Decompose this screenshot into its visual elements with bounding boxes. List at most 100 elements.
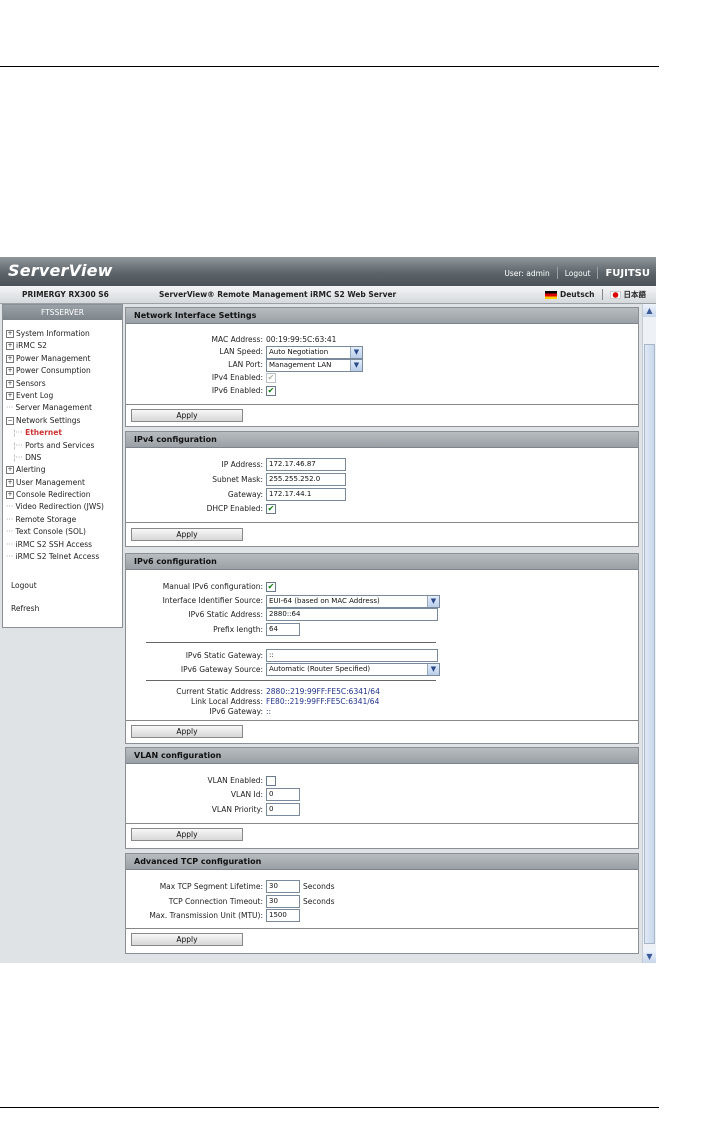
logout-link[interactable]: Logout (558, 269, 598, 278)
ip-address-input[interactable]: 172.17.46.87 (266, 458, 346, 471)
lan-speed-select[interactable]: Auto Negotiation ▼ (266, 346, 363, 359)
ipv6-enabled-checkbox[interactable]: ✔ (266, 386, 276, 396)
tree-line-icon: ¦··· (13, 428, 26, 438)
dhcp-enabled-checkbox[interactable]: ✔ (266, 504, 276, 514)
sidebar-item[interactable]: + System Information (6, 328, 121, 340)
sidebar-item[interactable]: + iRMC S2 (6, 340, 121, 352)
apply-button[interactable]: Apply (131, 933, 243, 946)
top-links: User: admin Logout FUJITSU (497, 266, 656, 280)
scroll-up-icon[interactable]: ▲ (643, 304, 656, 317)
tree-line-icon: ··· (6, 514, 16, 524)
sidebar-item[interactable]: + Power Consumption (6, 365, 121, 377)
language-selector: Deutsch 日本語 (545, 289, 646, 300)
prefix-length-input[interactable]: 64 (266, 623, 300, 636)
vlan-enabled-checkbox[interactable] (266, 776, 276, 786)
expand-icon: + (6, 367, 14, 376)
sidebar-item[interactable]: + Sensors (6, 378, 121, 390)
section-title: Advanced TCP configuration (126, 854, 638, 870)
lan-port-select[interactable]: Management LAN ▼ (266, 359, 363, 372)
ipv4-section: IPv4 configuration IP Address: 172.17.46… (125, 431, 639, 547)
chevron-down-icon: ▼ (427, 664, 439, 675)
prefix-length-label: Prefix length: (213, 625, 263, 634)
ipv6-divider (146, 642, 436, 643)
sidebar-refresh[interactable]: Refresh (11, 604, 39, 613)
sidebar-item[interactable]: + Console Redirection (6, 489, 121, 501)
segment-lifetime-input[interactable]: 30 (266, 880, 300, 893)
connection-timeout-input[interactable]: 30 (266, 895, 300, 908)
ipv4-enabled-checkbox[interactable]: ✔ (266, 373, 276, 383)
network-interface-section: Network Interface Settings MAC Address: … (125, 307, 639, 427)
sidebar-item-label: Server Management (15, 403, 92, 413)
gateway-source-value: Automatic (Router Specified) (269, 665, 371, 673)
expand-icon: + (6, 342, 14, 351)
mtu-input[interactable]: 1500 (266, 909, 300, 922)
screenshot: ServerView User: admin Logout FUJITSU PR… (0, 257, 656, 963)
expand-icon: + (6, 491, 14, 500)
sidebar-item[interactable]: + Event Log (6, 390, 121, 402)
scroll-thumb[interactable] (644, 344, 655, 944)
sidebar-item[interactable]: ¦··· Ports and Services (6, 440, 121, 452)
interface-identifier-label: Interface Identifier Source: (162, 596, 263, 605)
segment-lifetime-label: Max TCP Segment Lifetime: (159, 882, 263, 891)
gateway-label: Gateway: (227, 490, 263, 499)
static-address-input[interactable]: 2880::64 (266, 608, 438, 621)
vlan-priority-label: VLAN Priority: (211, 805, 263, 814)
ipv6-enabled-label: IPv6 Enabled: (211, 386, 263, 395)
tree-line-icon: ··· (6, 539, 16, 549)
sidebar-item[interactable]: ··· Server Management (6, 402, 121, 414)
static-gateway-input[interactable]: :: (266, 649, 438, 662)
expand-icon: + (6, 478, 14, 487)
apply-button[interactable]: Apply (131, 528, 243, 541)
lang-japanese-link[interactable]: 日本語 (624, 289, 647, 300)
expand-icon: + (6, 391, 14, 400)
subnet-mask-label: Subnet Mask: (212, 475, 263, 484)
apply-button[interactable]: Apply (131, 828, 243, 841)
sidebar-item-label: Alerting (16, 465, 46, 475)
sidebar-item-label: System Information (16, 329, 90, 338)
sidebar-item[interactable]: ··· Remote Storage (6, 514, 121, 526)
apply-button[interactable]: Apply (131, 409, 243, 422)
apply-button[interactable]: Apply (131, 725, 243, 738)
manual-ipv6-checkbox[interactable]: ✔ (266, 582, 276, 592)
sidebar-item[interactable]: + Power Management (6, 353, 121, 365)
chevron-down-icon: ▼ (350, 360, 362, 371)
tree-line-icon: ··· (6, 527, 16, 537)
gateway-source-select[interactable]: Automatic (Router Specified) ▼ (266, 663, 440, 676)
sidebar-item[interactable]: + Alerting (6, 464, 121, 476)
ipv6-gateway-value: :: (266, 707, 272, 716)
sidebar-item-label: iRMC S2 (16, 341, 47, 351)
sidebar-item[interactable]: ··· iRMC S2 Telnet Access (6, 551, 121, 563)
lang-deutsch-link[interactable]: Deutsch (560, 290, 595, 299)
sidebar-nav: + System Information + iRMC S2 + Power Manage… (6, 328, 121, 563)
vlan-id-label: VLAN Id: (230, 790, 263, 799)
vlan-enabled-label: VLAN Enabled: (207, 776, 263, 785)
subnet-mask-input[interactable]: 255.255.252.0 (266, 473, 346, 486)
vlan-id-input[interactable]: 0 (266, 788, 300, 801)
serverview-logo: ServerView (8, 261, 113, 280)
sidebar-logout[interactable]: Logout (11, 581, 37, 590)
sidebar-item-label: Text Console (SOL) (15, 527, 86, 537)
sidebar-item[interactable]: ··· iRMC S2 SSH Access (6, 539, 121, 551)
sidebar-item[interactable]: − Network Settings (6, 415, 121, 427)
vertical-scrollbar[interactable]: ▲ ▼ (642, 304, 656, 963)
gateway-input[interactable]: 172.17.44.1 (266, 488, 346, 501)
sidebar-item[interactable]: ··· Text Console (SOL) (6, 526, 121, 538)
current-static-value: 2880::219:99FF:FE5C:6341/64 (266, 687, 380, 696)
section-footer-divider (126, 720, 638, 721)
ipv6-section: IPv6 configuration Manual IPv6 configura… (125, 553, 639, 744)
sidebar-item[interactable]: ¦··· Ethernet (6, 427, 121, 439)
section-title: IPv6 configuration (126, 554, 638, 570)
vlan-priority-input[interactable]: 0 (266, 803, 300, 816)
sidebar-item[interactable]: ··· Video Redirection (JWS) (6, 501, 121, 513)
sidebar-item[interactable]: + User Management (6, 477, 121, 489)
interface-identifier-value: EUI-64 (based on MAC Address) (269, 597, 380, 605)
current-static-label: Current Static Address: (176, 687, 263, 696)
tree-line-icon: ¦··· (13, 452, 26, 462)
sidebar-item-label: Remote Storage (15, 514, 77, 524)
tcp-section: Advanced TCP configuration Max TCP Segme… (125, 853, 639, 954)
sidebar-item[interactable]: ¦··· DNS (6, 452, 121, 464)
interface-identifier-select[interactable]: EUI-64 (based on MAC Address) ▼ (266, 595, 440, 608)
section-title: IPv4 configuration (126, 432, 638, 448)
scroll-down-icon[interactable]: ▼ (643, 950, 656, 963)
japan-flag-icon (609, 290, 621, 299)
